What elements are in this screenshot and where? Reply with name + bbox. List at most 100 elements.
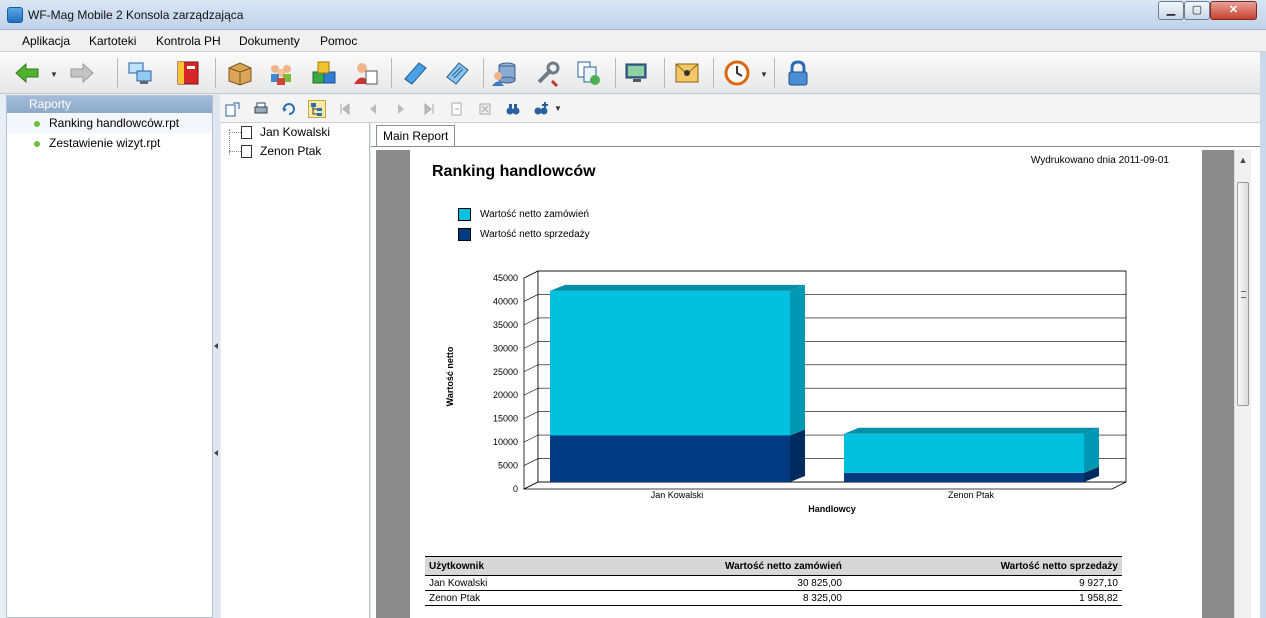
table-cell: Zenon Ptak xyxy=(425,590,572,606)
bar-top xyxy=(550,284,805,291)
y-tick-label: 0 xyxy=(513,484,518,494)
document-icon[interactable] xyxy=(442,58,472,88)
y-tick-label: 10000 xyxy=(493,437,518,447)
report-viewer-toolbar: ▼ xyxy=(220,95,1260,123)
address-book-icon[interactable] xyxy=(173,58,203,88)
report-item-label: Zestawienie wizyt.rpt xyxy=(49,136,161,150)
scrollbar-thumb[interactable] xyxy=(1237,182,1249,406)
database-user-icon[interactable] xyxy=(490,58,520,88)
search-binoculars-icon[interactable] xyxy=(504,100,522,118)
forward-arrow-icon[interactable] xyxy=(67,58,97,88)
report-item-zestawienie[interactable]: Zestawienie wizyt.rpt xyxy=(7,133,212,153)
collapse-left-icon[interactable] xyxy=(214,450,218,456)
table-cell: 1 958,82 xyxy=(845,590,1122,606)
bar-sales xyxy=(550,435,790,482)
tools-icon[interactable] xyxy=(533,58,563,88)
bar-sales-side xyxy=(790,429,805,482)
computers-icon[interactable] xyxy=(125,58,155,88)
window-title: WF-Mag Mobile 2 Konsola zarządzająca xyxy=(28,8,244,22)
y-tick-label: 25000 xyxy=(493,367,518,377)
bar-orders xyxy=(550,290,790,436)
clock-icon[interactable] xyxy=(722,58,752,88)
package-icon[interactable] xyxy=(225,58,255,88)
last-page-icon[interactable] xyxy=(420,100,438,118)
report-item-label: Ranking handlowców.rpt xyxy=(49,116,180,130)
x-axis-label: Handlowcy xyxy=(808,504,856,514)
panel-splitter[interactable] xyxy=(213,95,220,618)
bar-sales xyxy=(844,472,1084,482)
summary-table: Użytkownik Wartość netto zamówień Wartoś… xyxy=(425,556,1122,606)
report-item-ranking[interactable]: Ranking handlowców.rpt xyxy=(7,113,212,133)
y-tick-label: 45000 xyxy=(493,273,518,283)
window-border xyxy=(1260,52,1266,618)
stacked-bar-chart: 0 5000 10000 15000 20000 25000 30000 35000 40000… xyxy=(445,270,1127,514)
tree-node-jan-kowalski[interactable]: Jan Kowalski xyxy=(221,123,369,142)
refresh-icon[interactable] xyxy=(280,100,298,118)
close-view-icon[interactable] xyxy=(476,100,494,118)
report-page-background: Wydrukowano dnia 2011-09-01 Ranking hand… xyxy=(376,150,1234,618)
export-icon[interactable] xyxy=(224,100,242,118)
collapse-left-icon[interactable] xyxy=(214,343,218,349)
report-page: Wydrukowano dnia 2011-09-01 Ranking hand… xyxy=(410,150,1202,618)
column-header-user: Użytkownik xyxy=(425,556,572,576)
zoom-icon[interactable] xyxy=(532,100,550,118)
group-tree-panel: Jan Kowalski Zenon Ptak xyxy=(221,123,370,618)
back-arrow-icon[interactable] xyxy=(12,58,42,88)
tree-node-zenon-ptak[interactable]: Zenon Ptak xyxy=(221,142,369,161)
menu-pomoc[interactable]: Pomoc xyxy=(320,34,357,48)
main-toolbar: ▼ ▼ xyxy=(0,52,1266,94)
menu-bar: Aplikacja Kartoteki Kontrola PH Dokument… xyxy=(0,30,1266,52)
y-tick-label: 40000 xyxy=(493,296,518,306)
chart-side-wall xyxy=(523,270,539,490)
bar-top xyxy=(844,427,1099,434)
title-bar: WF-Mag Mobile 2 Konsola zarządzająca ▁ ▢… xyxy=(0,0,1266,30)
bar-orders-side xyxy=(790,284,805,436)
table-row: Jan Kowalski 30 825,00 9 927,10 xyxy=(425,575,1122,591)
goto-page-icon[interactable] xyxy=(448,100,466,118)
chart-floor xyxy=(523,481,1127,490)
sync-documents-icon[interactable] xyxy=(574,58,604,88)
menu-aplikacja[interactable]: Aplikacja xyxy=(22,34,70,48)
x-tick-label: Zenon Ptak xyxy=(948,490,995,500)
page-icon xyxy=(241,126,252,139)
menu-kartoteki[interactable]: Kartoteki xyxy=(89,34,136,48)
previous-page-icon[interactable] xyxy=(364,100,382,118)
network-monitor-icon[interactable] xyxy=(622,58,652,88)
group-tree-icon[interactable] xyxy=(308,100,326,118)
print-icon[interactable] xyxy=(252,100,270,118)
envelope-icon[interactable] xyxy=(672,58,702,88)
bar-orders xyxy=(844,433,1084,473)
close-button[interactable]: ✕ xyxy=(1210,1,1257,20)
column-header-orders: Wartość netto zamówień xyxy=(571,556,846,576)
y-tick-label: 20000 xyxy=(493,390,518,400)
table-cell: 9 927,10 xyxy=(845,575,1122,591)
boxes-icon[interactable] xyxy=(309,58,339,88)
y-axis-label: Wartość netto xyxy=(445,346,455,406)
minimize-button[interactable]: ▁ xyxy=(1158,1,1184,20)
contact-card-icon[interactable] xyxy=(350,58,380,88)
table-row: Zenon Ptak 8 325,00 1 958,82 xyxy=(425,590,1122,606)
zoom-dropdown-icon[interactable]: ▼ xyxy=(554,104,562,113)
report-bullet-icon xyxy=(34,141,40,147)
users-group-icon[interactable] xyxy=(266,58,296,88)
book-icon[interactable] xyxy=(400,58,430,88)
first-page-icon[interactable] xyxy=(336,100,354,118)
maximize-button[interactable]: ▢ xyxy=(1184,1,1210,20)
vertical-scrollbar[interactable]: ▲ xyxy=(1234,150,1251,618)
table-cell: 8 325,00 xyxy=(571,590,846,606)
column-header-sales: Wartość netto sprzedaży xyxy=(845,556,1122,576)
y-tick-label: 30000 xyxy=(493,343,518,353)
reports-header: Raporty xyxy=(7,96,212,113)
reports-panel: Raporty Ranking handlowców.rpt Zestawien… xyxy=(6,95,213,618)
tree-node-label: Zenon Ptak xyxy=(260,144,322,158)
report-area: Main Report Wydrukowano dnia 2011-09-01 … xyxy=(371,123,1260,618)
menu-kontrola-ph[interactable]: Kontrola PH xyxy=(156,34,221,48)
back-dropdown-icon[interactable]: ▼ xyxy=(50,70,58,79)
scroll-up-icon[interactable]: ▲ xyxy=(1235,152,1251,168)
clock-dropdown-icon[interactable]: ▼ xyxy=(760,70,768,79)
y-tick-label: 5000 xyxy=(498,461,518,471)
menu-dokumenty[interactable]: Dokumenty xyxy=(239,34,300,48)
tab-main-report[interactable]: Main Report xyxy=(376,125,456,146)
lock-icon[interactable] xyxy=(783,58,813,88)
next-page-icon[interactable] xyxy=(392,100,410,118)
